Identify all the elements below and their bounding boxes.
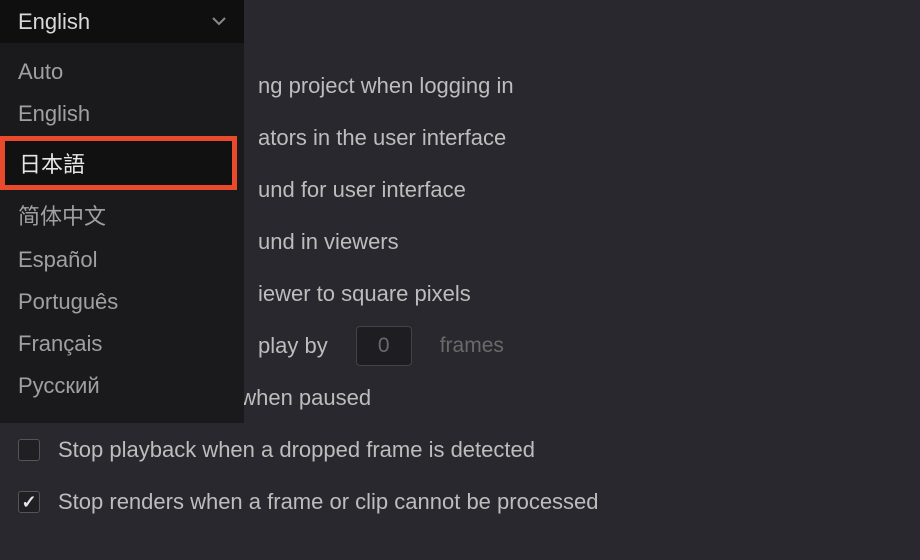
language-dropdown-selected[interactable]: English bbox=[0, 0, 244, 43]
language-dropdown[interactable]: English Auto English 日本語 简体中文 Español Po… bbox=[0, 0, 244, 423]
language-option-english[interactable]: English bbox=[0, 93, 244, 135]
setting-label: und in viewers bbox=[258, 229, 399, 255]
setting-label: und for user interface bbox=[258, 177, 466, 203]
frames-unit-label: frames bbox=[440, 334, 504, 358]
language-option-japanese[interactable]: 日本語 bbox=[0, 136, 237, 190]
setting-label: play by bbox=[258, 333, 328, 359]
pref-stop-renders-missing: Stop renders when a frame or clip cannot… bbox=[12, 476, 920, 528]
language-option-russian[interactable]: Русский bbox=[0, 365, 244, 407]
pref-stop-playback-dropped: Stop playback when a dropped frame is de… bbox=[12, 424, 920, 476]
language-option-spanish[interactable]: Español bbox=[0, 239, 244, 281]
setting-label: Stop playback when a dropped frame is de… bbox=[58, 437, 535, 463]
setting-label: Stop renders when a frame or clip cannot… bbox=[58, 489, 599, 515]
language-dropdown-list: Auto English 日本語 简体中文 Español Português … bbox=[0, 43, 244, 423]
language-option-french[interactable]: Français bbox=[0, 323, 244, 365]
language-option-portuguese[interactable]: Português bbox=[0, 281, 244, 323]
setting-label: ng project when logging in bbox=[258, 73, 514, 99]
language-option-simplified-chinese[interactable]: 简体中文 bbox=[0, 191, 244, 239]
chevron-down-icon bbox=[212, 15, 226, 29]
setting-label: ators in the user interface bbox=[258, 125, 506, 151]
language-option-auto[interactable]: Auto bbox=[0, 51, 244, 93]
frames-input[interactable] bbox=[356, 326, 412, 366]
checkbox[interactable] bbox=[18, 491, 40, 513]
language-selected-label: English bbox=[18, 9, 90, 35]
setting-label: iewer to square pixels bbox=[258, 281, 471, 307]
checkbox[interactable] bbox=[18, 439, 40, 461]
